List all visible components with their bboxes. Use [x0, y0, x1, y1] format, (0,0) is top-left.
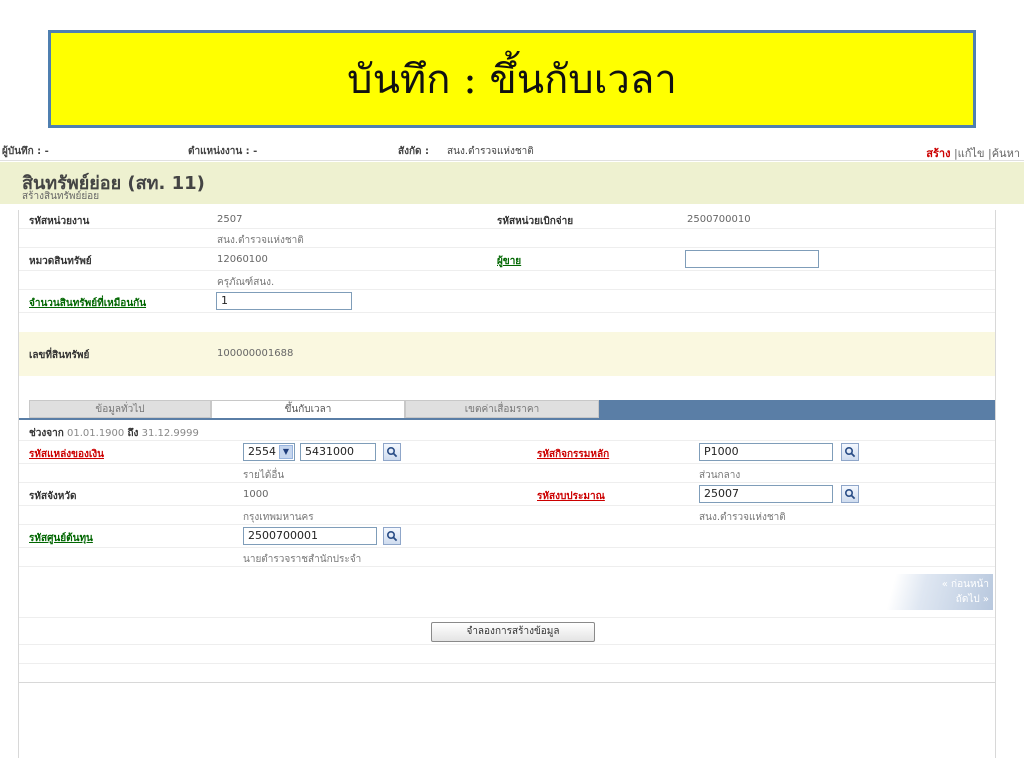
page-banner: บันทึก : ขึ้นกับเวลา	[48, 30, 976, 128]
asset-number-value: 100000001688	[217, 348, 294, 359]
tab-time-dependent[interactable]: ขึ้นกับเวลา	[211, 400, 405, 418]
tab-bar-fill	[599, 400, 995, 418]
disburse-code-label: รหัสหน่วยเบิกจ่าย	[497, 216, 574, 227]
fund-source-name: รายได้อื่น	[243, 470, 285, 481]
affiliation-label: สังกัด :	[398, 146, 430, 157]
fund-source-input[interactable]: 5431000	[300, 443, 376, 461]
magnifier-icon	[844, 488, 856, 500]
main-activity-search-button[interactable]	[841, 443, 859, 461]
prev-link[interactable]: « ก่อนหน้า	[942, 577, 989, 592]
main-activity-input[interactable]: P1000	[699, 443, 833, 461]
form-row: หมวดสินทรัพย์ 12060100 ผู้ขาย	[19, 248, 995, 271]
cost-center-search-button[interactable]	[383, 527, 401, 545]
asset-form: รหัสหน่วยงาน 2507 รหัสหน่วยเบิกจ่าย 2500…	[18, 210, 996, 758]
same-asset-count-link[interactable]: จำนวนสินทรัพย์ที่เหมือนกัน	[29, 296, 146, 311]
fund-year-value: 2554	[248, 445, 276, 458]
agency-name: สนง.ตำรวจแห่งชาติ	[217, 235, 304, 246]
main-activity-name: ส่วนกลาง	[699, 470, 741, 481]
period-to-value: 31.12.9999	[141, 428, 199, 439]
agency-code-label: รหัสหน่วยงาน	[29, 216, 90, 227]
recorder-label: ผู้บันทึก : -	[2, 146, 49, 157]
magnifier-icon	[386, 446, 398, 458]
user-info-bar: ผู้บันทึก : - ตำแหน่งงาน : - สังกัด : สน…	[0, 140, 1024, 161]
disburse-code-value: 2500700010	[687, 214, 751, 225]
nav-row	[19, 567, 995, 618]
form-row: รหัสจังหวัด 1000 รหัสงบประมาณ 25007	[19, 483, 995, 506]
fund-source-search-button[interactable]	[383, 443, 401, 461]
asset-number-label: เลขที่สินทรัพย์	[29, 350, 90, 361]
form-row: รหัสหน่วยงาน 2507 รหัสหน่วยเบิกจ่าย 2500…	[19, 210, 995, 229]
asset-number-row: เลขที่สินทรัพย์ 100000001688	[19, 332, 995, 376]
form-row: รหัสแหล่งของเงิน 2554 ▼ 5431000 รหัสกิจก…	[19, 441, 995, 464]
period-to-label: ถึง	[127, 428, 139, 439]
form-row	[19, 664, 995, 683]
form-row: กรุงเทพมหานคร สนง.ตำรวจแห่งชาติ	[19, 506, 995, 525]
banner-title: บันทึก : ขึ้นกับเวลา	[347, 57, 677, 103]
position-label: ตำแหน่งงาน : -	[188, 146, 258, 157]
form-row: ครุภัณฑ์สนง.	[19, 271, 995, 290]
mode-actions: สร้าง |แก้ไข |ค้นหา	[926, 147, 1020, 160]
period-row: ช่วงจาก 01.01.1900 ถึง 31.12.9999	[19, 422, 995, 441]
page-header: สินทรัพย์ย่อย (สท. 11) สร้างสินทรัพย์ย่อ…	[0, 162, 1024, 204]
tab-general[interactable]: ข้อมูลทั่วไป	[29, 400, 211, 418]
next-link[interactable]: ถัดไป »	[956, 592, 989, 607]
fund-source-link[interactable]: รหัสแหล่งของเงิน	[29, 447, 104, 462]
province-name: กรุงเทพมหานคร	[243, 512, 314, 523]
edit-link[interactable]: แก้ไข	[958, 147, 985, 160]
form-row	[19, 645, 995, 664]
app-window: ผู้บันทึก : - ตำแหน่งงาน : - สังกัด : สน…	[0, 140, 1024, 768]
agency-code-value: 2507	[217, 214, 243, 225]
create-link[interactable]: สร้าง	[926, 147, 950, 160]
simulate-create-button[interactable]: จำลองการสร้างข้อมูล	[431, 622, 595, 642]
budget-search-button[interactable]	[841, 485, 859, 503]
form-row: รายได้อื่น ส่วนกลาง	[19, 464, 995, 483]
form-row: นายตำรวจราชสำนักประจำ	[19, 548, 995, 567]
form-row: สนง.ตำรวจแห่งชาติ	[19, 229, 995, 248]
form-row: จำนวนสินทรัพย์ที่เหมือนกัน 1	[19, 290, 995, 313]
pager-nav: « ก่อนหน้า ถัดไป »	[877, 574, 993, 610]
main-activity-link[interactable]: รหัสกิจกรรมหลัก	[537, 447, 609, 462]
province-label: รหัสจังหวัด	[29, 491, 77, 502]
tab-bar: ข้อมูลทั่วไป ขึ้นกับเวลา เขตค่าเสื่อมราค…	[19, 400, 995, 420]
cost-center-name: นายตำรวจราชสำนักประจำ	[243, 554, 362, 565]
cost-center-link[interactable]: รหัสศูนย์ต้นทุน	[29, 531, 93, 546]
fund-year-select[interactable]: 2554 ▼	[243, 443, 295, 461]
budget-link[interactable]: รหัสงบประมาณ	[537, 489, 605, 504]
asset-category-value: 12060100	[217, 254, 268, 265]
budget-input[interactable]: 25007	[699, 485, 833, 503]
chevron-down-icon: ▼	[279, 445, 293, 459]
page-subtitle: สร้างสินทรัพย์ย่อย	[22, 191, 100, 202]
form-row: รหัสศูนย์ต้นทุน 2500700001	[19, 525, 995, 548]
period-from-label: ช่วงจาก	[29, 428, 64, 439]
asset-category-label: หมวดสินทรัพย์	[29, 256, 92, 267]
seller-link[interactable]: ผู้ขาย	[497, 254, 521, 269]
search-link[interactable]: ค้นหา	[992, 147, 1020, 160]
asset-category-name: ครุภัณฑ์สนง.	[217, 277, 275, 288]
tab-depreciation[interactable]: เขตค่าเสื่อมราคา	[405, 400, 599, 418]
period-text: ช่วงจาก 01.01.1900 ถึง 31.12.9999	[29, 426, 199, 441]
magnifier-icon	[844, 446, 856, 458]
seller-input[interactable]	[685, 250, 819, 268]
tab-underline	[19, 418, 995, 420]
cost-center-input[interactable]: 2500700001	[243, 527, 377, 545]
magnifier-icon	[386, 530, 398, 542]
province-value: 1000	[243, 489, 269, 500]
affiliation-value: สนง.ตำรวจแห่งชาติ	[447, 146, 534, 157]
period-from-value: 01.01.1900	[67, 428, 125, 439]
budget-name: สนง.ตำรวจแห่งชาติ	[699, 512, 786, 523]
same-asset-count-input[interactable]: 1	[216, 292, 352, 310]
